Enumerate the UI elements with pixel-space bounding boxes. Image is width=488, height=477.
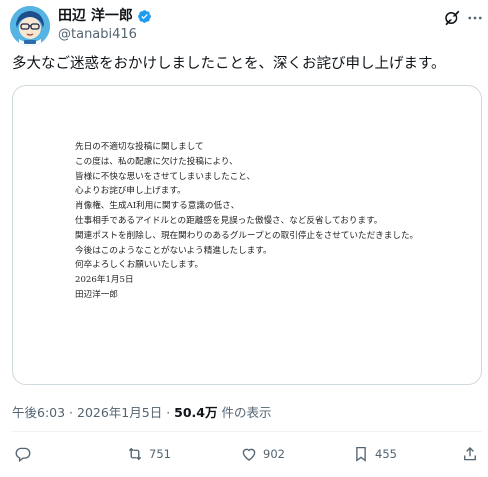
document-signature: 田辺洋一郎 bbox=[75, 289, 118, 300]
like-button[interactable]: 902 bbox=[240, 444, 285, 464]
document-line: この度は、私の配慮に欠けた投稿により、 bbox=[75, 156, 238, 167]
more-options-icon[interactable] bbox=[466, 9, 484, 27]
apology-document: 先日の不適切な投稿に関しまして この度は、私の配慮に欠けた投稿により、 皆様に不… bbox=[75, 140, 418, 303]
views-label: 件の表示 bbox=[217, 405, 272, 420]
bookmark-count: 455 bbox=[375, 447, 397, 461]
avatar-illustration-icon bbox=[10, 6, 50, 46]
document-line: 何卒よろしくお願いいたします。 bbox=[75, 260, 204, 271]
share-button[interactable] bbox=[461, 444, 479, 464]
repost-icon bbox=[128, 447, 142, 461]
attached-image[interactable]: 先日の不適切な投稿に関しまして この度は、私の配慮に欠けた投稿により、 皆様に不… bbox=[12, 85, 482, 385]
meta-separator: · bbox=[65, 405, 77, 420]
tweet-meta: 午後6:03 · 2026年1月5日 · 50.4万 件の表示 bbox=[12, 402, 271, 421]
display-name-row[interactable]: 田辺 洋一郎 bbox=[58, 7, 152, 25]
tweet-text: 多大なご迷惑をおかけしましたことを、深くお詫び申し上げます。 bbox=[12, 56, 446, 72]
meta-separator: · bbox=[162, 405, 175, 420]
document-line: 心よりお詫び申し上げます。 bbox=[75, 186, 186, 197]
grok-icon[interactable] bbox=[443, 9, 461, 27]
document-line: 仕事相手であるアイドルとの距離感を見誤った傲慢さ、など反省しております。 bbox=[75, 215, 383, 226]
post-time[interactable]: 午後6:03 bbox=[12, 405, 65, 420]
divider bbox=[12, 431, 482, 432]
repost-button[interactable]: 751 bbox=[126, 444, 171, 464]
document-date: 2026年1月5日 bbox=[75, 275, 134, 286]
views-count[interactable]: 50.4万 bbox=[174, 405, 217, 420]
document-line: 肖像権、生成AI利用に関する意識の低さ、 bbox=[75, 201, 240, 212]
user-handle[interactable]: @tanabi416 bbox=[58, 26, 137, 43]
like-count: 902 bbox=[263, 447, 285, 461]
verified-badge-icon[interactable] bbox=[137, 9, 152, 24]
avatar[interactable] bbox=[10, 6, 50, 46]
document-line: 皆様に不快な思いをさせてしまいましたこと、 bbox=[75, 171, 256, 182]
document-line: 関連ポストを削除し、現在関わりのあるグループとの取引停止をさせていただきました。 bbox=[75, 230, 419, 241]
heart-icon bbox=[242, 448, 256, 461]
post-date[interactable]: 2026年1月5日 bbox=[77, 405, 162, 420]
bookmark-icon bbox=[356, 446, 366, 462]
document-line: 先日の不適切な投稿に関しまして bbox=[75, 142, 204, 152]
reply-icon bbox=[15, 447, 31, 463]
repost-count: 751 bbox=[149, 447, 171, 461]
bookmark-button[interactable]: 455 bbox=[352, 444, 397, 464]
share-icon bbox=[464, 447, 476, 461]
display-name[interactable]: 田辺 洋一郎 bbox=[58, 7, 133, 25]
document-line: 今後はこのようなことがないよう精進したします。 bbox=[75, 245, 272, 256]
reply-button[interactable] bbox=[14, 444, 32, 464]
